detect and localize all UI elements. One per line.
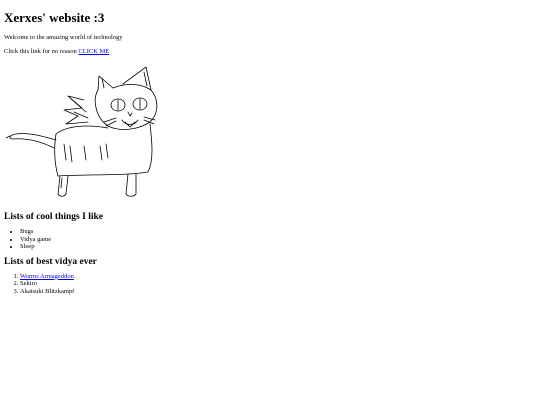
page: Xerxes' website :3 Welcome to the amazin… xyxy=(0,10,540,405)
best-vidya-list: Worms Armageddon Sekiro Akatsuki Blitzka… xyxy=(4,273,536,296)
list-item: Bugs xyxy=(20,228,536,236)
page-title: Xerxes' website :3 xyxy=(4,10,105,25)
list-item: Worms Armageddon xyxy=(20,273,536,281)
list-item: Sekiro xyxy=(20,280,536,288)
cool-things-heading: Lists of cool things I like xyxy=(4,212,103,222)
worms-armageddon-link[interactable]: Worms Armageddon xyxy=(20,273,74,280)
link-intro-text: Click this link for no reason xyxy=(4,48,77,55)
click-me-link[interactable]: CLICK ME xyxy=(78,48,109,55)
link-paragraph: Click this link for no reason CLICK ME xyxy=(4,48,536,56)
list-item: Vidya game xyxy=(20,236,536,244)
best-vidya-heading: Lists of best vidya ever xyxy=(4,256,97,267)
welcome-text: Welcome to the amazing world of technolo… xyxy=(4,34,123,41)
list-item: Akatsuki Blitzkampf xyxy=(20,288,536,296)
list-item: Sleep xyxy=(20,243,536,251)
cat-drawing-icon xyxy=(5,66,158,197)
cool-things-list: Bugs Vidya game Sleep xyxy=(4,228,536,251)
